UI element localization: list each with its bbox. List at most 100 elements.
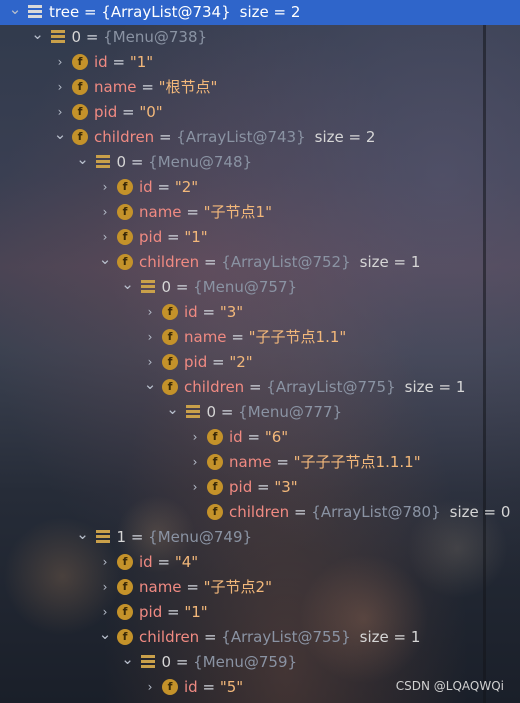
variable-name: 0 xyxy=(71,28,82,46)
equals-sign: = xyxy=(197,678,220,696)
tree-row[interactable]: ⌄ 0 = {Menu@777} xyxy=(0,400,520,425)
tree-row[interactable]: ⌄ tree = {ArrayList@734} size = 2 xyxy=(0,0,520,25)
tree-row[interactable]: f children = {ArrayList@780} size = 0 xyxy=(0,500,520,525)
chevron-down-icon[interactable]: ⌄ xyxy=(76,150,90,175)
tree-row[interactable]: › f id = "1" xyxy=(0,50,520,75)
tree-row[interactable]: › f pid = "2" xyxy=(0,350,520,375)
chevron-right-icon[interactable]: › xyxy=(53,50,67,75)
variable-value: {ArrayList@752} xyxy=(221,253,351,271)
chevron-right-icon[interactable]: › xyxy=(143,675,157,700)
chevron-down-icon[interactable]: ⌄ xyxy=(121,275,135,300)
tree-row[interactable]: ⌄ 0 = {Menu@748} xyxy=(0,150,520,175)
variable-value: "3" xyxy=(274,478,298,496)
chevron-down-icon[interactable]: ⌄ xyxy=(76,525,90,550)
variable-name: name xyxy=(184,328,227,346)
chevron-right-icon[interactable]: › xyxy=(188,475,202,500)
chevron-right-icon[interactable]: › xyxy=(98,225,112,250)
variable-value: "2" xyxy=(174,178,199,196)
chevron-down-icon[interactable]: ⌄ xyxy=(53,125,67,150)
tree-row[interactable]: ⌄ 0 = {Menu@738} xyxy=(0,25,520,50)
debugger-variables-tree[interactable]: ⌄ tree = {ArrayList@734} size = 2 ⌄ 0 = {Men… xyxy=(0,0,520,700)
collection-size: size = 2 xyxy=(314,128,376,146)
equals-sign: = xyxy=(126,528,149,546)
collection-size: size = 1 xyxy=(359,253,421,271)
chevron-down-icon[interactable]: ⌄ xyxy=(143,375,157,400)
array-icon xyxy=(50,30,65,44)
variable-name: 1 xyxy=(116,528,127,546)
variable-name: children xyxy=(184,378,245,396)
chevron-right-icon[interactable]: › xyxy=(98,600,112,625)
field-icon: f xyxy=(72,104,88,120)
chevron-right-icon[interactable]: › xyxy=(188,450,202,475)
equals-sign: = xyxy=(79,3,102,21)
variable-value: {Menu@748} xyxy=(148,153,253,171)
tree-row[interactable]: ⌄ f children = {ArrayList@752} size = 1 xyxy=(0,250,520,275)
variable-value: "子子节点1.1" xyxy=(248,328,347,346)
chevron-right-icon[interactable]: › xyxy=(143,300,157,325)
tree-row[interactable]: › f pid = "1" xyxy=(0,600,520,625)
field-icon: f xyxy=(207,454,223,470)
chevron-right-icon[interactable]: › xyxy=(143,325,157,350)
tree-row[interactable]: › f pid = "1" xyxy=(0,225,520,250)
tree-row[interactable]: › f name = "根节点" xyxy=(0,75,520,100)
equals-sign: = xyxy=(181,203,204,221)
chevron-right-icon[interactable]: › xyxy=(143,350,157,375)
variable-name: id xyxy=(94,53,108,71)
tree-row[interactable]: › f id = "3" xyxy=(0,300,520,325)
variable-value: {Menu@757} xyxy=(193,278,298,296)
tree-row[interactable]: › f id = "4" xyxy=(0,550,520,575)
chevron-right-icon[interactable]: › xyxy=(98,200,112,225)
chevron-down-icon[interactable]: ⌄ xyxy=(98,250,112,275)
equals-sign: = xyxy=(197,303,220,321)
tree-row[interactable]: ⌄ 0 = {Menu@757} xyxy=(0,275,520,300)
tree-row[interactable]: › f pid = "0" xyxy=(0,100,520,125)
variable-value: "4" xyxy=(174,553,199,571)
chevron-down-icon[interactable]: ⌄ xyxy=(98,625,112,650)
tree-row[interactable]: › f name = "子子子节点1.1.1" xyxy=(0,450,520,475)
chevron-down-icon[interactable]: ⌄ xyxy=(8,0,22,25)
array-icon xyxy=(185,405,200,419)
chevron-down-icon[interactable]: ⌄ xyxy=(121,650,135,675)
tree-row[interactable]: › f id = "2" xyxy=(0,175,520,200)
variable-name: children xyxy=(94,128,155,146)
variable-value: "子子子节点1.1.1" xyxy=(293,453,421,471)
variable-value: {ArrayList@755} xyxy=(221,628,351,646)
variable-value: "2" xyxy=(229,353,253,371)
variable-value: "3" xyxy=(219,303,244,321)
field-icon: f xyxy=(117,554,133,570)
collection-size: size = 1 xyxy=(404,378,466,396)
tree-row[interactable]: › f pid = "3" xyxy=(0,475,520,500)
tree-row[interactable]: ⌄ f children = {ArrayList@755} size = 1 xyxy=(0,625,520,650)
tree-row[interactable]: › f name = "子子节点1.1" xyxy=(0,325,520,350)
equals-sign: = xyxy=(252,478,275,496)
chevron-right-icon[interactable]: › xyxy=(98,575,112,600)
chevron-right-icon[interactable]: › xyxy=(53,100,67,125)
variable-name: tree xyxy=(49,3,80,21)
chevron-right-icon[interactable]: › xyxy=(98,175,112,200)
chevron-down-icon[interactable]: ⌄ xyxy=(31,25,45,50)
collection-size: size = 1 xyxy=(359,628,421,646)
field-icon: f xyxy=(72,129,88,145)
tree-row[interactable]: ⌄ f children = {ArrayList@775} size = 1 xyxy=(0,375,520,400)
array-icon xyxy=(140,655,155,669)
tree-row[interactable]: ⌄ 0 = {Menu@759} xyxy=(0,650,520,675)
equals-sign: = xyxy=(226,328,249,346)
equals-sign: = xyxy=(162,603,185,621)
chevron-right-icon[interactable]: › xyxy=(188,425,202,450)
equals-sign: = xyxy=(207,353,230,371)
variable-name: 0 xyxy=(116,153,127,171)
variable-value: "1" xyxy=(184,228,208,246)
equals-sign: = xyxy=(289,503,312,521)
equals-sign: = xyxy=(154,128,177,146)
tree-row[interactable]: › f id = "6" xyxy=(0,425,520,450)
chevron-down-icon[interactable]: ⌄ xyxy=(166,400,180,425)
variable-value: {ArrayList@743} xyxy=(176,128,306,146)
tree-row[interactable]: › f name = "子节点1" xyxy=(0,200,520,225)
chevron-right-icon[interactable]: › xyxy=(98,550,112,575)
tree-row[interactable]: ⌄ 1 = {Menu@749} xyxy=(0,525,520,550)
tree-row[interactable]: › f name = "子节点2" xyxy=(0,575,520,600)
collection-size: size = 0 xyxy=(449,503,511,521)
chevron-right-icon[interactable]: › xyxy=(53,75,67,100)
tree-row[interactable]: ⌄ f children = {ArrayList@743} size = 2 xyxy=(0,125,520,150)
variable-name: id xyxy=(139,178,153,196)
